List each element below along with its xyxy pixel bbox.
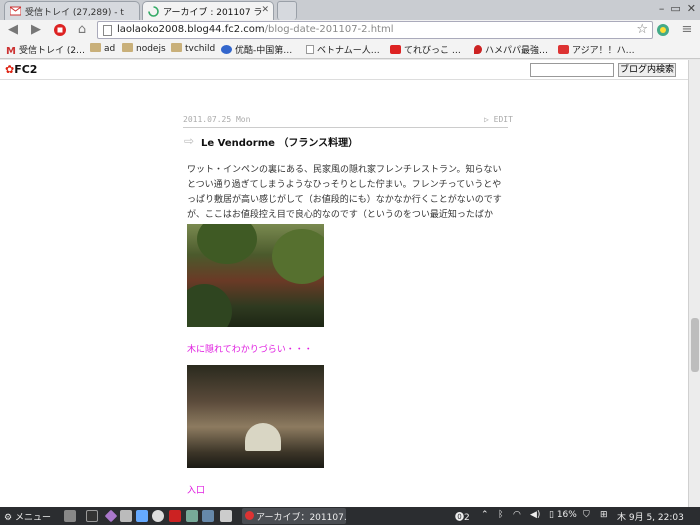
folder-icon [122, 43, 133, 52]
blog-search-button[interactable]: ブログ内検索 [618, 63, 676, 77]
file-manager-icon[interactable] [64, 510, 76, 522]
bluetooth-icon[interactable]: ᛒ [498, 510, 503, 520]
terminal-icon[interactable] [86, 510, 98, 522]
window-controls: – ▭ ✕ [659, 2, 696, 15]
taskbar: ⚙ メニュー アーカイブ：201107… ⓿2 ⌃ ᛒ ◠ ◀) ▯ 16% ⛉… [0, 507, 700, 525]
back-icon[interactable]: ◀ [5, 22, 21, 38]
bookmark-tvchild[interactable]: tvchild [171, 43, 215, 54]
photo-detail [245, 423, 281, 451]
wifi-icon[interactable]: ◠ [513, 510, 521, 520]
tab-label: 受信トレイ (27,289) - t [25, 8, 124, 18]
notification-count[interactable]: ⓿2 [455, 510, 470, 523]
photo-detail [187, 284, 232, 327]
menu-icon: ⚙ [4, 513, 13, 523]
fc2-logo[interactable]: ✿FC2 [5, 63, 37, 76]
browser-icon[interactable] [152, 510, 164, 522]
maximize-icon[interactable]: ▭ [670, 2, 680, 15]
home-icon[interactable]: ⌂ [74, 22, 90, 38]
clock[interactable]: 木 9月 5, 22:03 [617, 510, 684, 523]
post-date: 2011.07.25 Mon [183, 115, 251, 124]
taskbar-task-browser[interactable]: アーカイブ：201107… [242, 508, 346, 524]
update-icon[interactable]: ⊞ [600, 510, 608, 520]
bookmark-vietnam[interactable]: ベトナムー人… [306, 43, 380, 56]
app-icon[interactable] [186, 510, 198, 522]
page-icon [306, 45, 314, 54]
photo-caption: 木に隠れてわかりづらい・・・ [187, 345, 313, 355]
bookmark-gmail[interactable]: M 受信トレイ (2… [6, 43, 85, 57]
url-text[interactable]: laolaoko2008.blog44.fc2.com/blog-date-20… [117, 24, 393, 35]
tab-strip: 受信トレイ (27,289) - t アーカイブ : 201107 ラ ✕ – … [0, 0, 700, 20]
close-window-icon[interactable]: ✕ [687, 2, 696, 15]
address-bar[interactable]: laolaoko2008.blog44.fc2.com/blog-date-20… [97, 21, 653, 39]
folder-icon [90, 43, 101, 52]
close-tab-icon[interactable]: ✕ [261, 5, 269, 15]
tab-label: アーカイブ : 201107 ラ [163, 8, 263, 18]
bookmark-hamepapa[interactable]: ハメパパ最強… [474, 43, 548, 56]
forward-icon[interactable]: ▶ [28, 22, 44, 38]
photo-entrance[interactable] [187, 365, 324, 468]
vertical-scrollbar[interactable] [688, 60, 700, 507]
new-tab-button[interactable] [277, 1, 297, 20]
bookmark-terebikko[interactable]: てれびっこ … [390, 43, 461, 56]
loading-icon [148, 6, 159, 17]
divider [183, 127, 508, 128]
edit-link[interactable]: ▷ EDIT [484, 115, 513, 124]
photo-caption: 入口 [187, 486, 206, 496]
pin-icon [474, 45, 482, 54]
browser-toolbar: ◀ ▶ ⌂ laolaoko2008.blog44.fc2.com/blog-d… [0, 20, 700, 40]
photo-detail [272, 229, 324, 284]
bookmarks-bar: M 受信トレイ (2… ad nodejs tvchild 优酷-中国第… ベトナ… [0, 40, 700, 59]
gmail-icon: M [6, 46, 16, 57]
youtube-icon [390, 45, 401, 54]
bookmark-star-icon[interactable]: ☆ [636, 22, 648, 37]
filezilla-icon[interactable] [169, 510, 181, 522]
folder-icon [171, 43, 182, 52]
package-icon[interactable] [136, 510, 148, 522]
gmail-icon [9, 6, 22, 16]
post-title[interactable]: Le Vendorme （フランス料理） [201, 134, 358, 149]
app-icon[interactable] [220, 510, 232, 522]
bookmark-youku[interactable]: 优酷-中国第… [221, 43, 292, 56]
volume-icon[interactable]: ◀) [530, 510, 540, 520]
start-menu-button[interactable]: ⚙ メニュー [4, 510, 51, 523]
display-icon[interactable] [202, 510, 214, 522]
shield-icon[interactable]: ⛉ [583, 510, 590, 520]
fc2-logo-icon: ✿ [5, 63, 15, 76]
chrome-icon [245, 511, 254, 520]
page-icon [103, 25, 112, 36]
minimize-icon[interactable]: – [659, 2, 665, 15]
bookmark-ad[interactable]: ad [90, 43, 115, 54]
scrollbar-thumb[interactable] [691, 318, 699, 372]
blog-search-input[interactable] [530, 63, 614, 77]
stop-icon[interactable] [52, 22, 68, 38]
photo-detail [197, 224, 257, 264]
tab-archive[interactable]: アーカイブ : 201107 ラ ✕ [142, 1, 274, 20]
battery-indicator[interactable]: ▯ 16% [549, 510, 577, 520]
menu-icon[interactable]: ≡ [679, 22, 695, 38]
tab-gmail[interactable]: 受信トレイ (27,289) - t [4, 1, 140, 20]
photo-restaurant-exterior[interactable] [187, 224, 324, 327]
bookmark-nodejs[interactable]: nodejs [122, 43, 166, 54]
page-viewport: ✿FC2 ブログ内検索 2011.07.25 Mon ▷ EDIT ⇨ Le V… [0, 60, 688, 507]
arrow-icon: ⇨ [184, 134, 195, 148]
app-icon[interactable] [120, 510, 132, 522]
app-icon[interactable] [104, 509, 118, 523]
youku-icon [221, 45, 232, 54]
expand-tray-icon[interactable]: ⌃ [481, 510, 489, 520]
bookmark-asia[interactable]: アジア！！ハ… [558, 43, 635, 56]
fc2-header: ✿FC2 ブログ内検索 [0, 60, 688, 80]
fc2-icon [558, 45, 569, 54]
extension-icon[interactable] [655, 22, 671, 38]
